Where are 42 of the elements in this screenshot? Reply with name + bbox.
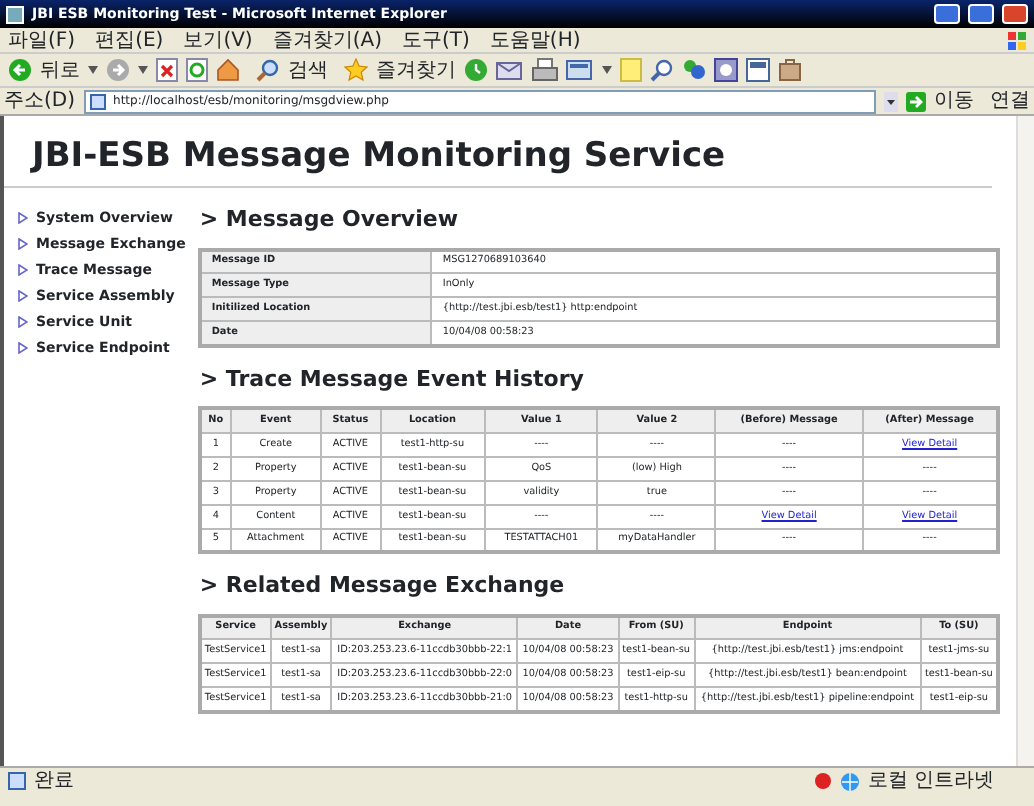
zone-text: 로컬 인트라넷: [867, 769, 994, 793]
back-button[interactable]: 뒤로: [8, 55, 80, 85]
dropdown-caret-icon[interactable]: [602, 66, 612, 74]
close-button[interactable]: [1002, 4, 1028, 24]
home-icon[interactable]: [216, 58, 240, 82]
menu-item[interactable]: 도움말(H): [489, 27, 581, 53]
refresh-icon[interactable]: [186, 58, 208, 82]
mail-icon[interactable]: [496, 58, 524, 82]
menu-item[interactable]: 편집(E): [95, 27, 164, 53]
printer-icon[interactable]: [532, 58, 558, 82]
menu-item[interactable]: 보기(V): [183, 27, 253, 53]
address-label: 주소(D): [4, 88, 76, 116]
favorites-button[interactable]: 즐겨찾기: [344, 55, 456, 85]
menu-item[interactable]: 도구(T): [402, 27, 470, 53]
star-icon: [344, 58, 368, 82]
page-icon: [89, 93, 106, 109]
dropdown-caret-icon[interactable]: [884, 91, 898, 111]
section-heading: > Trace Message Event History: [199, 363, 586, 396]
minimize-button[interactable]: [934, 4, 960, 24]
go-arrow-icon: [906, 91, 926, 111]
menu-item[interactable]: 즐겨찾기(A): [272, 27, 382, 53]
windows-logo-icon: [1008, 31, 1026, 49]
dropdown-caret-icon[interactable]: [138, 66, 148, 74]
page-title: JBI-ESB Message Monitoring Service: [4, 116, 992, 189]
window-icon[interactable]: [746, 58, 770, 82]
go-button[interactable]: 이동: [906, 89, 974, 113]
magnifier-icon: [256, 58, 280, 82]
section-heading: > Related Message Exchange: [199, 570, 567, 603]
status-text: 완료: [34, 769, 76, 793]
links-button[interactable]: 연결: [990, 89, 1030, 113]
page-icon: [8, 772, 26, 790]
back-arrow-icon: [8, 58, 32, 82]
globe-icon: [839, 771, 860, 791]
search-button[interactable]: 검색: [256, 55, 328, 85]
section-heading: > Message Overview: [199, 204, 460, 237]
scrollbar[interactable]: [1016, 116, 1034, 766]
stop-icon[interactable]: [156, 58, 178, 82]
dropdown-caret-icon[interactable]: [88, 66, 98, 74]
maximize-button[interactable]: [968, 4, 994, 24]
menu-item[interactable]: 파일(F): [8, 27, 76, 53]
app-icon: [6, 5, 24, 23]
history-icon[interactable]: [464, 58, 488, 82]
